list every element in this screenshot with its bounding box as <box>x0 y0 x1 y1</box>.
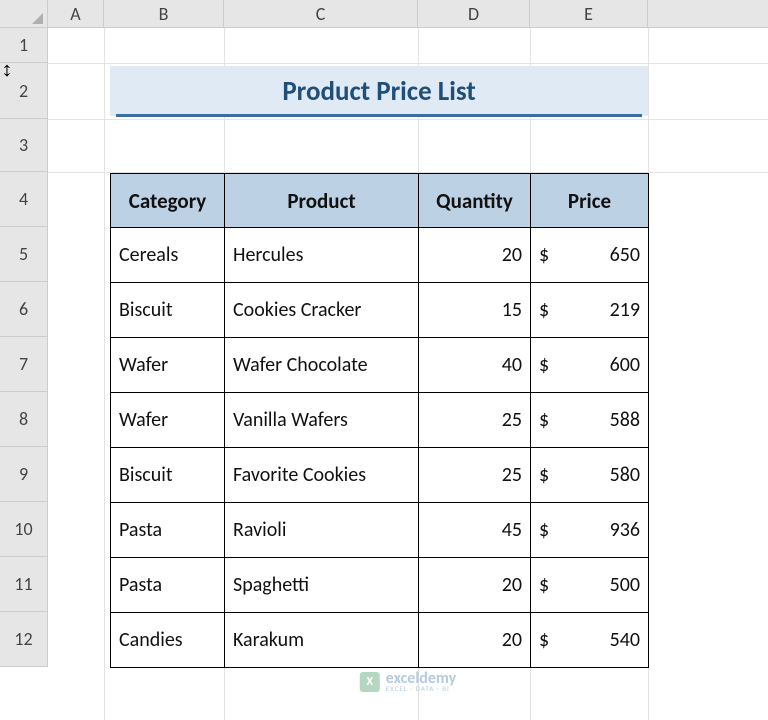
row-resize-icon: ↕ <box>1 60 13 80</box>
price-value: 588 <box>549 408 640 432</box>
cell-price[interactable]: $219 <box>531 283 649 338</box>
cell-quantity[interactable]: 25 <box>419 393 531 448</box>
cell-category[interactable]: Wafer <box>111 338 225 393</box>
table-row: Candies Karakum 20 $540 <box>111 613 649 668</box>
currency-symbol: $ <box>539 518 549 542</box>
cell-quantity[interactable]: 25 <box>419 448 531 503</box>
row-header-6[interactable]: 6 <box>0 282 48 337</box>
spreadsheet: A B C D E 1 2 3 4 5 6 7 8 9 10 11 12 ↕ P… <box>0 0 768 720</box>
cell-product[interactable]: Favorite Cookies <box>225 448 419 503</box>
table-body: Cereals Hercules 20 $650 Biscuit Cookies… <box>111 228 649 668</box>
table-row: Biscuit Favorite Cookies 25 $580 <box>111 448 649 503</box>
cell-price[interactable]: $600 <box>531 338 649 393</box>
cell-quantity[interactable]: 20 <box>419 613 531 668</box>
grid-area[interactable]: Product Price List Category Product Quan… <box>48 28 768 720</box>
cell-product[interactable]: Ravioli <box>225 503 419 558</box>
col-header-a[interactable]: A <box>48 0 104 27</box>
col-header-e[interactable]: E <box>530 0 648 27</box>
row-header-10[interactable]: 10 <box>0 502 48 557</box>
title-underline <box>116 114 642 117</box>
th-product[interactable]: Product <box>225 174 419 228</box>
row-header-3[interactable]: 3 <box>0 119 48 172</box>
row-headers: 1 2 3 4 5 6 7 8 9 10 11 12 <box>0 28 48 667</box>
row-header-4[interactable]: 4 <box>0 172 48 227</box>
page-title: Product Price List <box>110 66 648 116</box>
cell-category[interactable]: Biscuit <box>111 448 225 503</box>
cell-category[interactable]: Wafer <box>111 393 225 448</box>
price-value: 936 <box>549 518 640 542</box>
col-header-d[interactable]: D <box>418 0 530 27</box>
price-value: 600 <box>549 353 640 377</box>
product-table: Category Product Quantity Price Cereals … <box>110 173 649 668</box>
cell-product[interactable]: Karakum <box>225 613 419 668</box>
cell-product[interactable]: Cookies Cracker <box>225 283 419 338</box>
table-row: Cereals Hercules 20 $650 <box>111 228 649 283</box>
currency-symbol: $ <box>539 628 549 652</box>
currency-symbol: $ <box>539 408 549 432</box>
cell-price[interactable]: $650 <box>531 228 649 283</box>
col-header-c[interactable]: C <box>224 0 418 27</box>
select-all-corner[interactable] <box>0 0 48 28</box>
table-row: Pasta Spaghetti 20 $500 <box>111 558 649 613</box>
cell-category[interactable]: Cereals <box>111 228 225 283</box>
row-header-8[interactable]: 8 <box>0 392 48 447</box>
row-header-12[interactable]: 12 <box>0 612 48 667</box>
cell-quantity[interactable]: 15 <box>419 283 531 338</box>
price-value: 540 <box>549 628 640 652</box>
cell-product[interactable]: Hercules <box>225 228 419 283</box>
cell-category[interactable]: Biscuit <box>111 283 225 338</box>
cell-price[interactable]: $588 <box>531 393 649 448</box>
cell-price[interactable]: $500 <box>531 558 649 613</box>
th-category[interactable]: Category <box>111 174 225 228</box>
watermark: exceldemy EXCEL · DATA · BI <box>360 671 456 692</box>
currency-symbol: $ <box>539 243 549 267</box>
currency-symbol: $ <box>539 298 549 322</box>
price-value: 580 <box>549 463 640 487</box>
cell-product[interactable]: Wafer Chocolate <box>225 338 419 393</box>
currency-symbol: $ <box>539 463 549 487</box>
table-row: Biscuit Cookies Cracker 15 $219 <box>111 283 649 338</box>
row-header-11[interactable]: 11 <box>0 557 48 612</box>
row-header-7[interactable]: 7 <box>0 337 48 392</box>
price-value: 219 <box>549 298 640 322</box>
cell-price[interactable]: $936 <box>531 503 649 558</box>
excel-icon <box>360 672 380 692</box>
row-header-9[interactable]: 9 <box>0 447 48 502</box>
row-header-1[interactable]: 1 <box>0 28 48 63</box>
cell-quantity[interactable]: 20 <box>419 558 531 613</box>
row-header-5[interactable]: 5 <box>0 227 48 282</box>
cell-category[interactable]: Pasta <box>111 558 225 613</box>
cell-product[interactable]: Vanilla Wafers <box>225 393 419 448</box>
cell-quantity[interactable]: 45 <box>419 503 531 558</box>
currency-symbol: $ <box>539 573 549 597</box>
cell-category[interactable]: Candies <box>111 613 225 668</box>
table-row: Wafer Vanilla Wafers 25 $588 <box>111 393 649 448</box>
cell-product[interactable]: Spaghetti <box>225 558 419 613</box>
cell-price[interactable]: $580 <box>531 448 649 503</box>
column-headers: A B C D E <box>48 0 768 28</box>
cell-quantity[interactable]: 40 <box>419 338 531 393</box>
cell-price[interactable]: $540 <box>531 613 649 668</box>
cell-quantity[interactable]: 20 <box>419 228 531 283</box>
price-value: 650 <box>549 243 640 267</box>
th-price[interactable]: Price <box>531 174 649 228</box>
watermark-sub: EXCEL · DATA · BI <box>386 685 456 692</box>
cell-category[interactable]: Pasta <box>111 503 225 558</box>
table-row: Wafer Wafer Chocolate 40 $600 <box>111 338 649 393</box>
th-quantity[interactable]: Quantity <box>419 174 531 228</box>
col-header-b[interactable]: B <box>104 0 224 27</box>
currency-symbol: $ <box>539 353 549 377</box>
price-value: 500 <box>549 573 640 597</box>
table-row: Pasta Ravioli 45 $936 <box>111 503 649 558</box>
